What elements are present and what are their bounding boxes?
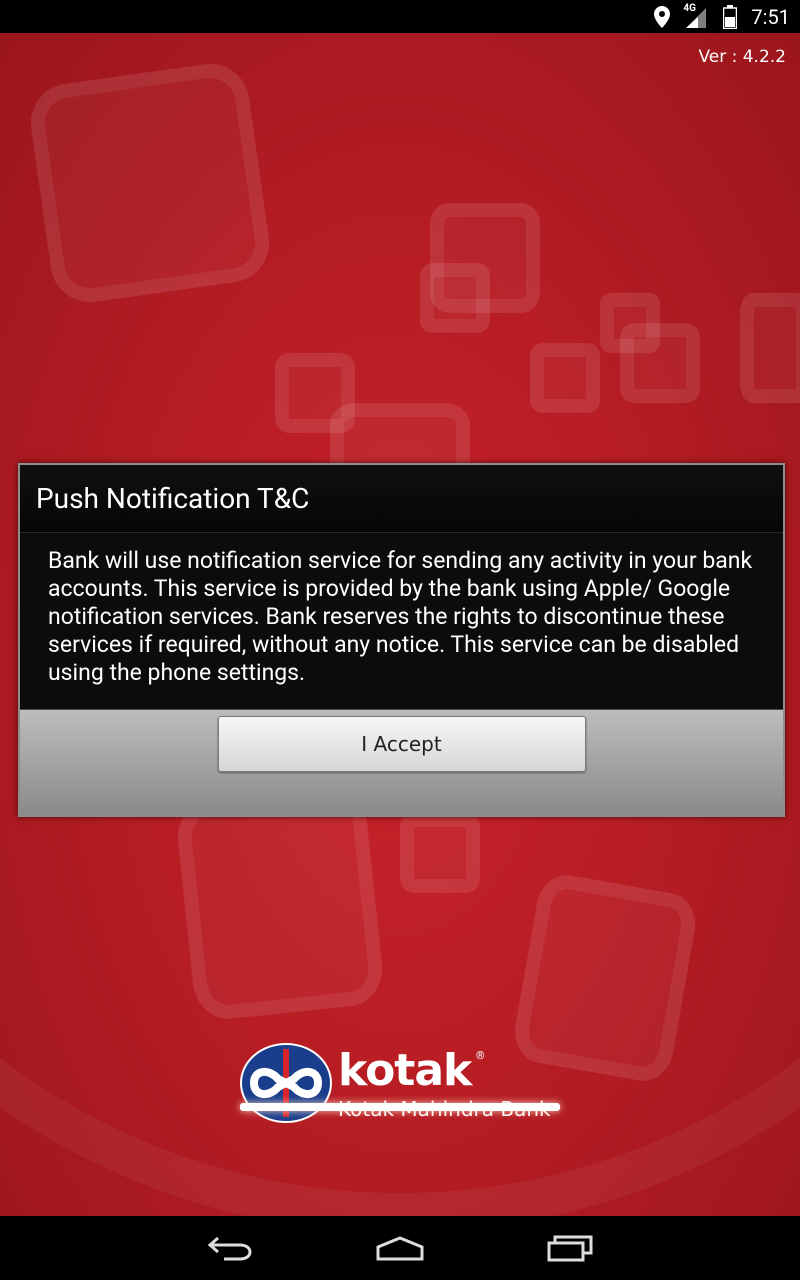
decorative-tile: [420, 263, 490, 333]
status-time: 7:51: [751, 4, 790, 29]
loading-progress-bar: [240, 1103, 560, 1111]
accept-button[interactable]: I Accept: [217, 716, 586, 772]
kotak-logo: kotak ® Kotak Mahindra Bank: [240, 1043, 570, 1123]
home-button[interactable]: [370, 1228, 430, 1268]
dialog-footer: I Accept: [20, 709, 783, 815]
back-button[interactable]: [200, 1228, 260, 1268]
battery-icon: [719, 4, 741, 29]
decorative-tile: [740, 293, 800, 403]
navigation-bar: [0, 1216, 800, 1280]
decorative-tile: [174, 783, 386, 1023]
status-bar: 4G 7:51: [0, 0, 800, 33]
location-icon: [651, 5, 673, 29]
recents-button[interactable]: [540, 1228, 600, 1268]
dialog-message: Bank will use notification service for s…: [20, 533, 783, 709]
dialog-title: Push Notification T&C: [20, 465, 783, 533]
kotak-brand-name: kotak: [338, 1045, 472, 1096]
decorative-tile: [620, 323, 700, 403]
push-notification-dialog: Push Notification T&C Bank will use noti…: [18, 463, 785, 817]
decorative-tile: [25, 58, 275, 308]
kotak-logo-icon: [240, 1043, 332, 1123]
version-label: Ver : 4.2.2: [698, 47, 786, 67]
back-icon: [207, 1236, 252, 1261]
app-background: Ver : 4.2.2 Push Notification T&C Bank w…: [0, 33, 800, 1216]
decorative-tile: [530, 343, 600, 413]
loading-progress-fill: [240, 1103, 560, 1111]
home-icon: [376, 1236, 424, 1261]
recents-icon: [547, 1235, 593, 1262]
registered-mark: ®: [476, 1049, 485, 1062]
signal-icon: 4G: [683, 2, 709, 29]
network-label: 4G: [683, 2, 696, 14]
decorative-tile: [400, 813, 480, 893]
